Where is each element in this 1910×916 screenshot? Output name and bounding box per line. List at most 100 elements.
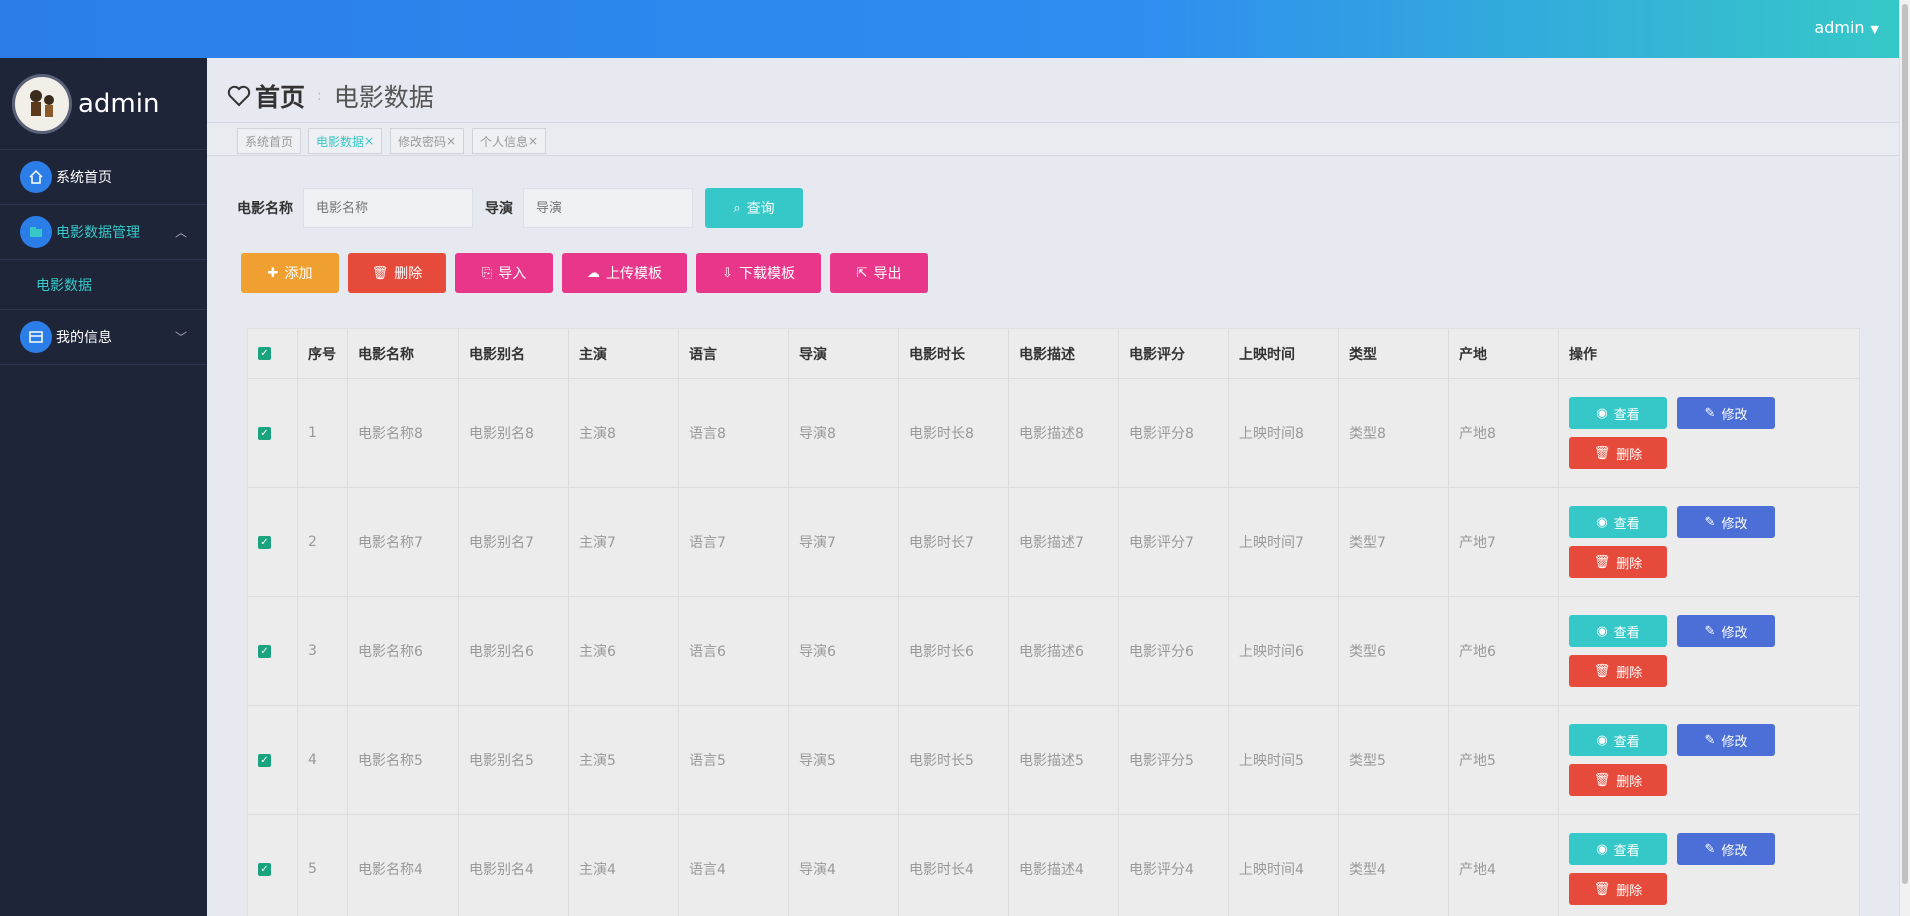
download-template-button[interactable]: ⇩ 下载模板 bbox=[696, 253, 821, 293]
delete-button[interactable]: 🗑 删除 bbox=[1569, 437, 1667, 469]
tab-movie-data[interactable]: 电影数据 × bbox=[308, 128, 383, 154]
checkbox-checked-icon[interactable]: ✓ bbox=[258, 347, 271, 360]
tab-personal-info[interactable]: 个人信息 × bbox=[472, 128, 547, 154]
close-icon[interactable]: × bbox=[364, 134, 374, 148]
table-cell: 主演4 bbox=[569, 815, 679, 916]
trash-icon: 🗑 bbox=[1593, 663, 1611, 679]
director-input[interactable] bbox=[523, 188, 693, 228]
table-header-cell: 语言 bbox=[679, 329, 789, 378]
checkbox-checked-icon[interactable]: ✓ bbox=[258, 862, 271, 876]
chevron-up-icon: ︿ bbox=[174, 225, 187, 240]
tab-home[interactable]: 系统首页 bbox=[237, 128, 302, 154]
row-select-cell[interactable]: ✓ bbox=[248, 488, 298, 596]
table-row: ✓ 2 电影名称7 电影别名7 主演7 语言7 导演7 电影时长7 电影描述7 电影评分7 上映时间… bbox=[248, 488, 1859, 597]
table-cell: 电影别名8 bbox=[459, 379, 569, 487]
movie-name-input[interactable] bbox=[303, 188, 473, 228]
row-select-cell[interactable]: ✓ bbox=[248, 379, 298, 487]
edit-button[interactable]: ✎ 修改 bbox=[1677, 397, 1775, 429]
row-actions-cell: ◉ 查看 ✎ 修改 🗑 删除 bbox=[1559, 706, 1859, 814]
table-cell: 语言4 bbox=[679, 815, 789, 916]
trash-icon: 🗑 bbox=[371, 265, 389, 281]
avatar bbox=[12, 73, 72, 134]
checkbox-checked-icon[interactable]: ✓ bbox=[258, 535, 271, 549]
table-cell: 产地6 bbox=[1449, 597, 1559, 705]
top-bar: admin ▼ bbox=[0, 0, 1899, 58]
sidebar-subitem-movie-data[interactable]: 电影数据 bbox=[0, 260, 207, 310]
table-header-cell: 电影时长 bbox=[899, 329, 1009, 378]
tab-change-password[interactable]: 修改密码 × bbox=[390, 128, 465, 154]
row-actions-line: 🗑 删除 bbox=[1569, 655, 1677, 687]
close-icon[interactable]: × bbox=[446, 134, 456, 148]
row-actions-line: 🗑 删除 bbox=[1569, 546, 1677, 578]
delete-button[interactable]: 🗑 删除 bbox=[1569, 655, 1667, 687]
sidebar-item-label: 我的信息 bbox=[56, 330, 112, 346]
edit-button[interactable]: ✎ 修改 bbox=[1677, 506, 1775, 538]
checkbox-checked-icon[interactable]: ✓ bbox=[258, 426, 271, 440]
view-button-label: 查看 bbox=[1613, 734, 1640, 750]
edit-button[interactable]: ✎ 修改 bbox=[1677, 833, 1775, 865]
add-button[interactable]: ✚ 添加 bbox=[241, 253, 339, 293]
tab-label: 修改密码 bbox=[398, 134, 447, 149]
table-cell: 产地7 bbox=[1449, 488, 1559, 596]
delete-button-label: 删除 bbox=[1616, 883, 1643, 899]
eye-icon: ◉ bbox=[1596, 841, 1608, 857]
batch-delete-button[interactable]: 🗑 删除 bbox=[348, 253, 446, 293]
edit-button[interactable]: ✎ 修改 bbox=[1677, 724, 1775, 756]
view-button[interactable]: ◉ 查看 bbox=[1569, 724, 1667, 756]
table-cell: 导演5 bbox=[789, 706, 899, 814]
view-button[interactable]: ◉ 查看 bbox=[1569, 397, 1667, 429]
sidebar-item-label: 电影数据管理 bbox=[56, 225, 140, 241]
view-button[interactable]: ◉ 查看 bbox=[1569, 615, 1667, 647]
delete-button[interactable]: 🗑 删除 bbox=[1569, 764, 1667, 796]
view-button-label: 查看 bbox=[1613, 625, 1640, 641]
sidebar-item-label: 系统首页 bbox=[56, 170, 112, 186]
user-menu[interactable]: admin ▼ bbox=[1814, 18, 1879, 37]
edit-icon: ✎ bbox=[1704, 841, 1716, 857]
delete-button[interactable]: 🗑 删除 bbox=[1569, 873, 1667, 905]
sidebar-item-my-info[interactable]: 我的信息 ﹀ bbox=[0, 310, 207, 365]
table-cell: 主演5 bbox=[569, 706, 679, 814]
vertical-scrollbar[interactable] bbox=[1899, 0, 1910, 916]
table-cell: 语言7 bbox=[679, 488, 789, 596]
table-header-cell: 产地 bbox=[1449, 329, 1559, 378]
import-button[interactable]: ⎘ 导入 bbox=[455, 253, 553, 293]
upload-template-button[interactable]: ☁ 上传模板 bbox=[562, 253, 687, 293]
table-cell: 电影别名6 bbox=[459, 597, 569, 705]
table-cell: 产地4 bbox=[1449, 815, 1559, 916]
checkbox-checked-icon[interactable]: ✓ bbox=[258, 644, 271, 658]
edit-icon: ✎ bbox=[1704, 623, 1716, 639]
export-button[interactable]: ⇱ 导出 bbox=[830, 253, 928, 293]
query-button[interactable]: ⌕ 查询 bbox=[705, 188, 803, 228]
table-header-cell: 上映时间 bbox=[1229, 329, 1339, 378]
close-icon[interactable]: × bbox=[528, 134, 538, 148]
download-template-label: 下载模板 bbox=[738, 266, 795, 282]
table-cell: 上映时间7 bbox=[1229, 488, 1339, 596]
director-label: 导演 bbox=[485, 201, 513, 217]
view-button[interactable]: ◉ 查看 bbox=[1569, 833, 1667, 865]
row-select-cell[interactable]: ✓ bbox=[248, 597, 298, 705]
row-actions-cell: ◉ 查看 ✎ 修改 🗑 删除 bbox=[1559, 597, 1859, 705]
breadcrumb-home[interactable]: 首页 bbox=[255, 78, 305, 114]
row-actions-cell: ◉ 查看 ✎ 修改 🗑 删除 bbox=[1559, 379, 1859, 487]
edit-button[interactable]: ✎ 修改 bbox=[1677, 615, 1775, 647]
header-select-all[interactable]: ✓ bbox=[248, 329, 298, 378]
table-cell: 电影名称6 bbox=[348, 597, 459, 705]
caret-down-icon: ▼ bbox=[1870, 23, 1879, 36]
table-cell: 电影描述8 bbox=[1009, 379, 1119, 487]
scrollbar-thumb[interactable] bbox=[1902, 4, 1908, 884]
delete-button-label: 删除 bbox=[1616, 774, 1643, 790]
action-toolbar: ✚ 添加 🗑 删除 ⎘ 导入 ☁ 上传模板 ⇩ 下载模板 ⇱ 导出 bbox=[241, 253, 937, 293]
view-button[interactable]: ◉ 查看 bbox=[1569, 506, 1667, 538]
table-cell: 5 bbox=[298, 815, 348, 916]
search-bar: 电影名称 导演 ⌕ 查询 bbox=[237, 188, 803, 228]
row-select-cell[interactable]: ✓ bbox=[248, 706, 298, 814]
row-select-cell[interactable]: ✓ bbox=[248, 815, 298, 916]
sidebar-item-movie-management[interactable]: 电影数据管理 ︿ bbox=[0, 205, 207, 260]
table-row: ✓ 3 电影名称6 电影别名6 主演6 语言6 导演6 电影时长6 电影描述6 电影评分6 上映时间… bbox=[248, 597, 1859, 706]
delete-button-label: 删除 bbox=[1616, 556, 1643, 572]
delete-button[interactable]: 🗑 删除 bbox=[1569, 546, 1667, 578]
sidebar-item-home[interactable]: 系统首页 bbox=[0, 150, 207, 205]
view-button-label: 查看 bbox=[1613, 843, 1640, 859]
edit-icon: ✎ bbox=[1704, 514, 1716, 530]
checkbox-checked-icon[interactable]: ✓ bbox=[258, 753, 271, 767]
